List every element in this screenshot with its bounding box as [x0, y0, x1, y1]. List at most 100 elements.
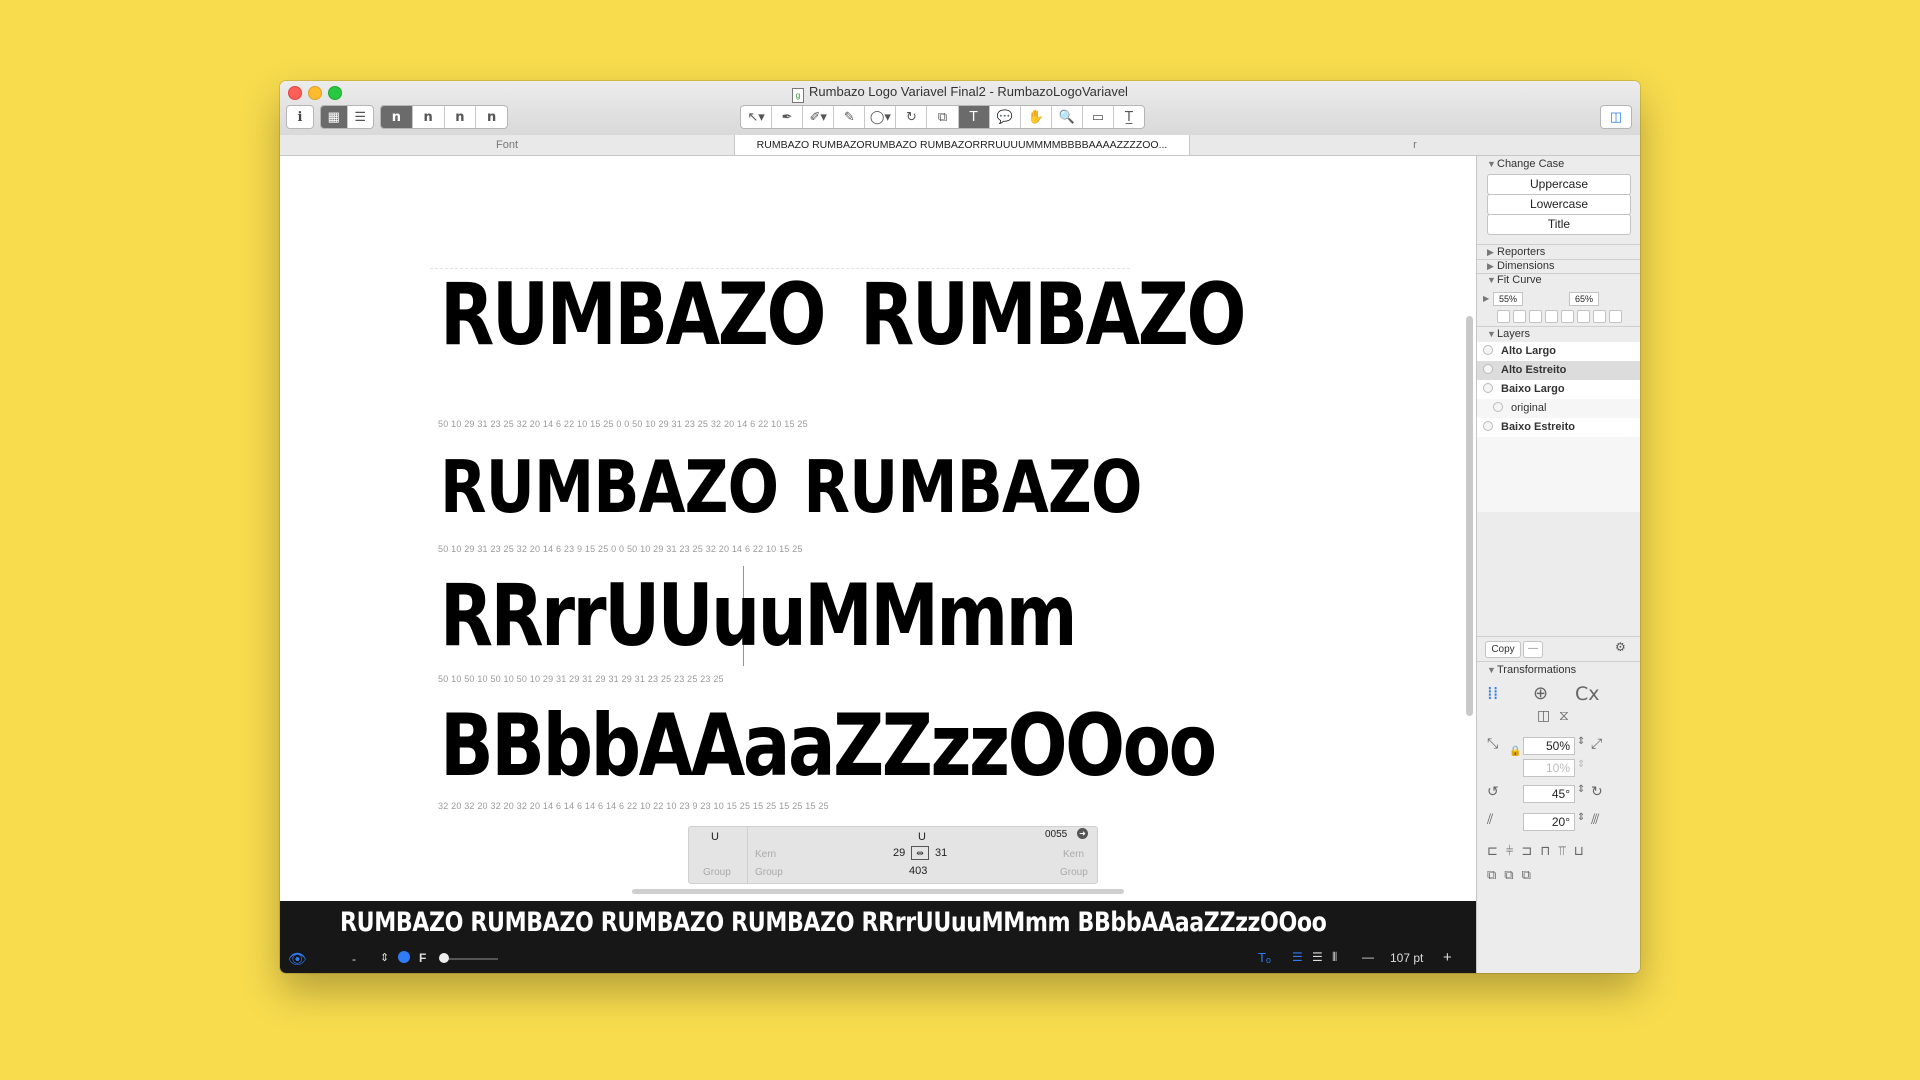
preview-size[interactable]: 107 pt — [1390, 951, 1423, 965]
origin-target-icon[interactable]: ⊕ — [1533, 683, 1548, 704]
flip-vertical-icon[interactable]: ⧖ — [1559, 708, 1569, 724]
transformations-header[interactable]: ▼Transformations — [1487, 664, 1576, 676]
glyph-line-3[interactable]: RRrrUUuuMMmm — [440, 566, 1077, 666]
vertical-scrollbar[interactable] — [1466, 316, 1473, 716]
slant-stepper[interactable]: ⇕ — [1577, 812, 1585, 823]
align-middle-v-icon[interactable]: ⫪ — [1558, 844, 1565, 859]
fit-button[interactable] — [1529, 310, 1542, 323]
left-glyph-name[interactable]: U — [711, 831, 719, 843]
kern-left-label[interactable]: Kern — [755, 849, 776, 860]
grid-view-icon[interactable]: ▦ — [321, 106, 348, 128]
layer-visibility-icon[interactable] — [1483, 364, 1493, 374]
f-toggle[interactable]: F — [419, 951, 426, 965]
layer-item[interactable]: Alto Largo — [1477, 342, 1640, 361]
text-tool-icon[interactable]: T — [958, 106, 990, 128]
stepper-icon[interactable]: ⇕ — [380, 951, 389, 964]
layer-visibility-icon[interactable] — [1483, 345, 1493, 355]
tab-font[interactable]: Font — [280, 135, 735, 155]
layers-header[interactable]: ▼Layers — [1487, 328, 1530, 340]
n-button-4[interactable]: n — [476, 106, 507, 128]
union-icon[interactable]: ⧉ — [1487, 868, 1496, 883]
rotate-field[interactable]: 45° — [1523, 785, 1575, 803]
fit-max-field[interactable]: 65% — [1569, 292, 1599, 306]
scale-field[interactable]: 50% — [1523, 737, 1575, 755]
text-metrics-tool-icon[interactable]: T̲ — [1114, 106, 1144, 128]
align-bottom-icon[interactable]: ⊔ — [1574, 844, 1584, 859]
n-button-1[interactable]: n — [381, 106, 413, 128]
fit-button[interactable] — [1609, 310, 1622, 323]
glyph-line-4[interactable]: BBbbAAaaZZzzOOoo — [440, 696, 1217, 796]
layer-item[interactable]: Baixo Largo — [1477, 380, 1640, 399]
align-center-h-icon[interactable]: ⫩ — [1506, 844, 1513, 859]
align-left-edges-icon[interactable]: ⊏ — [1487, 844, 1498, 859]
layer-item[interactable]: original — [1477, 399, 1640, 418]
align-top-icon[interactable]: ⊓ — [1540, 844, 1550, 859]
annotation-tool-icon[interactable]: 💬 — [990, 106, 1021, 128]
fit-button[interactable] — [1561, 310, 1574, 323]
fit-button[interactable] — [1545, 310, 1558, 323]
intersect-icon[interactable]: ⧉ — [1522, 868, 1531, 883]
preview-slider-knob[interactable] — [439, 953, 449, 963]
fit-curve-header[interactable]: ▼Fit Curve — [1487, 274, 1542, 286]
zoom-tool-icon[interactable]: 🔍 — [1052, 106, 1083, 128]
pencil-tool-icon[interactable]: ✎ — [834, 106, 866, 128]
edit-canvas[interactable]: RUMBAZO RUMBAZO 50 10 29 31 23 25 32 20 1… — [280, 156, 1476, 816]
glyph-run-2b[interactable]: RUMBAZO — [803, 445, 1142, 529]
layer-visibility-icon[interactable] — [1483, 383, 1493, 393]
metrics-link-icon[interactable]: ⇹ — [911, 846, 929, 860]
uppercase-button[interactable]: Uppercase — [1487, 174, 1631, 195]
change-case-header[interactable]: ▼Change Case — [1487, 158, 1564, 170]
vertical-text-icon[interactable]: ⦀ — [1332, 950, 1337, 965]
fit-curve-expand-icon[interactable]: ▶ — [1483, 294, 1489, 303]
unicode-value[interactable]: 0055 — [1045, 829, 1067, 840]
tab-glyph-r[interactable]: r — [1190, 135, 1640, 155]
rotate-right-icon[interactable]: ↻ — [1591, 784, 1603, 800]
sidebar-toggle-icon[interactable]: ◫ — [1600, 105, 1632, 129]
lock-icon[interactable]: 🔒 — [1509, 746, 1521, 757]
measure-tool-icon[interactable]: ▭ — [1083, 106, 1114, 128]
goto-arrow-icon[interactable]: ➜ — [1077, 828, 1088, 839]
rsb-value[interactable]: 31 — [935, 847, 947, 859]
gear-icon[interactable]: ⚙ — [1615, 640, 1626, 654]
scale-down-icon[interactable]: ⤡ — [1487, 736, 1498, 752]
eye-icon[interactable]: 👁 — [288, 950, 307, 968]
scale-stepper[interactable]: ⇕ — [1577, 736, 1585, 747]
rotate-tool-icon[interactable]: ↻ — [896, 106, 928, 128]
info-button[interactable]: i — [286, 105, 314, 129]
lsb-value[interactable]: 29 — [893, 847, 905, 859]
reporters-header[interactable]: ▶ Reporters — [1487, 246, 1545, 258]
scale-up-icon[interactable]: ⤢ — [1591, 736, 1602, 752]
shape-tool-icon[interactable]: ◯▾ — [865, 106, 897, 128]
color-mode-icon[interactable] — [398, 951, 410, 963]
left-group-label[interactable]: Group — [703, 867, 731, 878]
fit-button[interactable] — [1577, 310, 1590, 323]
n-button-3[interactable]: n — [445, 106, 477, 128]
text-options-icon[interactable]: Tₒ — [1258, 950, 1271, 965]
origin-custom-icon[interactable]: Cx — [1575, 683, 1600, 705]
copy-layer-button[interactable]: Copy — [1485, 641, 1521, 658]
rotate-stepper[interactable]: ⇕ — [1577, 784, 1585, 795]
slant-right-icon[interactable]: ⫻ — [1591, 812, 1599, 828]
right-group-label[interactable]: Group — [1060, 867, 1088, 878]
center-left-group-label[interactable]: Group — [755, 867, 783, 878]
layer-item[interactable]: Baixo Estreito — [1477, 418, 1640, 437]
align-left-icon[interactable]: ☰ — [1292, 950, 1303, 964]
select-tool-icon[interactable]: ↖▾ — [741, 106, 773, 128]
fit-button[interactable] — [1593, 310, 1606, 323]
center-glyph-name[interactable]: U — [918, 831, 926, 843]
list-view-icon[interactable]: ☰ — [348, 106, 374, 128]
size-decrease-button[interactable]: — — [1362, 950, 1374, 964]
scale-vertical-stepper[interactable]: ⇕ — [1577, 759, 1585, 770]
size-increase-button[interactable]: + — [1443, 949, 1452, 966]
pen-tool-icon[interactable]: ✐▾ — [803, 106, 835, 128]
align-right-icon[interactable]: ☰ — [1312, 950, 1323, 964]
slant-left-icon[interactable]: ⫽ — [1487, 812, 1493, 828]
flip-horizontal-icon[interactable]: ◫ — [1537, 708, 1550, 724]
horizontal-scrollbar[interactable] — [632, 889, 1124, 894]
glyph-run-1a[interactable]: RUMBAZO — [440, 265, 826, 365]
glyph-line-1[interactable]: RUMBAZO RUMBAZO — [440, 265, 1246, 365]
instance-dash[interactable]: - — [352, 952, 356, 966]
dimensions-header[interactable]: ▶ Dimensions — [1487, 260, 1554, 272]
remove-layer-button[interactable]: — — [1523, 641, 1543, 658]
glyph-line-2[interactable]: RUMBAZO RUMBAZO — [440, 445, 1142, 529]
